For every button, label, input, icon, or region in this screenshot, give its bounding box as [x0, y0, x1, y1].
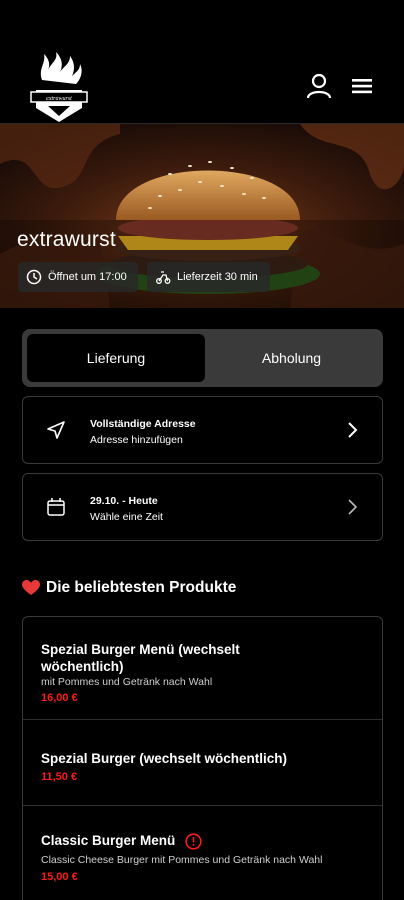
product-price: 11,50 €: [41, 771, 78, 783]
navigation-arrow-icon: [47, 421, 65, 439]
opening-time-text: Öffnet um 17:00: [48, 271, 127, 283]
product-item[interactable]: Spezial Burger Menü (wechselt wöchentlic…: [23, 617, 382, 720]
time-subtitle: Wähle eine Zeit: [90, 511, 163, 523]
time-selector[interactable]: 29.10. - Heute Wähle eine Zeit: [22, 473, 383, 541]
product-list: Spezial Burger Menü (wechselt wöchentlic…: [22, 616, 383, 900]
chevron-right-icon: [348, 499, 358, 515]
calendar-icon: [47, 498, 65, 516]
product-description: mit Pommes und Getränk nach Wahl: [41, 676, 213, 688]
product-item[interactable]: Spezial Burger (wechselt wöchentlich) 11…: [23, 720, 382, 806]
time-title: 29.10. - Heute: [90, 495, 158, 507]
product-name: Classic Burger Menü: [41, 833, 176, 848]
address-subtitle: Adresse hinzufügen: [90, 434, 183, 446]
section-title-text: Die beliebtesten Produkte: [46, 579, 237, 596]
section-title-popular: Die beliebtesten Produkte: [22, 579, 236, 597]
tab-delivery[interactable]: Lieferung: [27, 334, 205, 382]
product-description: Classic Cheese Burger mit Pommes und Get…: [41, 854, 323, 866]
shop-name: extrawurst: [17, 228, 116, 251]
tab-pickup[interactable]: Abholung: [205, 334, 378, 382]
chevron-right-icon: [348, 422, 358, 438]
user-icon[interactable]: [305, 72, 333, 100]
address-title: Vollständige Adresse: [90, 418, 196, 430]
hero-banner: extrawurst Öffnet um 17:00 Lieferzeit 30…: [0, 124, 404, 308]
menu-icon[interactable]: [349, 72, 377, 100]
product-name: Spezial Burger (wechselt wöchentlich): [41, 751, 288, 766]
product-name: Spezial Burger Menü (wechselt wöchentlic…: [41, 642, 240, 674]
scooter-icon: [156, 271, 171, 284]
logo-icon[interactable]: extrawurst: [28, 50, 90, 124]
heart-icon: [22, 580, 40, 595]
opening-time-badge: Öffnet um 17:00: [18, 262, 138, 292]
product-price: 15,00 €: [41, 871, 78, 883]
product-item[interactable]: Classic Burger Menü Classic Cheese Burge…: [23, 806, 382, 900]
order-mode-toggle: Lieferung Abholung: [22, 329, 383, 387]
app-header: extrawurst: [0, 0, 404, 124]
delivery-time-badge: Lieferzeit 30 min: [147, 262, 270, 292]
logo-text: extrawurst: [46, 96, 72, 102]
product-price: 16,00 €: [41, 692, 78, 704]
address-selector[interactable]: Vollständige Adresse Adresse hinzufügen: [22, 396, 383, 464]
delivery-time-text: Lieferzeit 30 min: [177, 271, 258, 283]
clock-icon: [26, 269, 42, 285]
product-name-row: Classic Burger Menü: [41, 832, 301, 850]
info-icon[interactable]: [185, 833, 202, 850]
